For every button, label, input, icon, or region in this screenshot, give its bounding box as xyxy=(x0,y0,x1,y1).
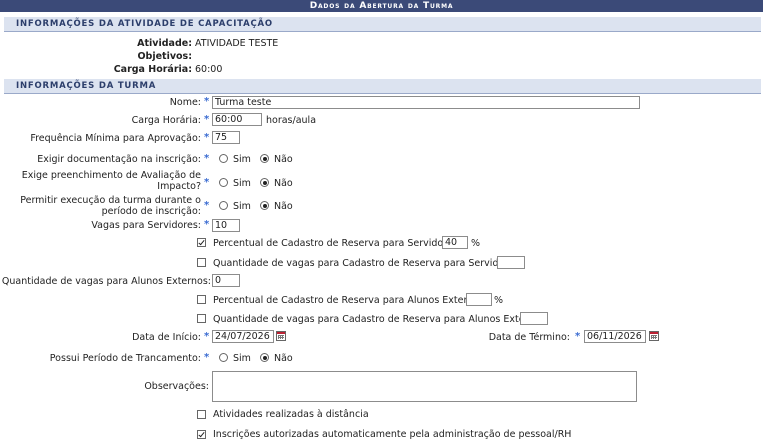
page-title: Dados da Abertura da Turma xyxy=(0,0,763,12)
required-star: * xyxy=(204,200,210,211)
permitir-label-line2: período de inscrição: xyxy=(101,206,201,217)
perc-reserva-ext-unit: % xyxy=(494,295,504,306)
qtd-reserva-ext-label: Quantidade de vagas para Cadastro de Res… xyxy=(213,314,549,325)
section-divider xyxy=(4,93,761,94)
trancamento-sim-label: Sim xyxy=(233,353,251,364)
perc-reserva-serv-unit: % xyxy=(471,238,481,249)
observacoes-textarea[interactable] xyxy=(212,371,637,402)
exigir-doc-nao-label: Não xyxy=(274,154,293,165)
exige-aval-sim-label: Sim xyxy=(233,178,251,189)
trancamento-nao-label: Não xyxy=(274,353,293,364)
required-star: * xyxy=(575,331,581,342)
qtd-reserva-serv-label: Quantidade de vagas para Cadastro de Res… xyxy=(213,258,522,269)
data-inicio-input[interactable] xyxy=(212,330,274,343)
exigir-doc-nao-radio[interactable] xyxy=(260,154,269,163)
required-star: * xyxy=(204,96,210,107)
required-star: * xyxy=(204,153,210,164)
trancamento-label: Possui Período de Trancamento: xyxy=(49,353,201,364)
section-divider xyxy=(4,31,761,32)
atividades-distancia-checkbox[interactable] xyxy=(197,410,206,419)
objetivos-label: Objetivos: xyxy=(137,51,192,62)
required-star: * xyxy=(204,331,210,342)
permitir-label-line1: Permitir execução da turma durante o xyxy=(20,195,201,206)
permitir-nao-label: Não xyxy=(274,201,293,212)
vagas-externos-input[interactable] xyxy=(212,274,240,287)
atividade-label: Atividade: xyxy=(137,38,192,49)
perc-reserva-ext-checkbox[interactable] xyxy=(197,295,206,304)
qtd-reserva-serv-checkbox[interactable] xyxy=(197,258,206,267)
perc-reserva-serv-checkbox[interactable] xyxy=(197,238,206,247)
permitir-sim-label: Sim xyxy=(233,201,251,212)
permitir-nao-radio[interactable] xyxy=(260,201,269,210)
atividades-distancia-label: Atividades realizadas à distância xyxy=(213,409,369,420)
carga-horaria-label: Carga Horária: xyxy=(131,115,201,126)
exigir-doc-sim-radio[interactable] xyxy=(219,154,228,163)
perc-reserva-ext-input[interactable] xyxy=(466,293,492,306)
exige-aval-nao-radio[interactable] xyxy=(260,178,269,187)
exige-aval-label-line1: Exige preenchimento de Avaliação de xyxy=(21,170,201,181)
data-termino-input[interactable] xyxy=(584,330,646,343)
exige-aval-sim-radio[interactable] xyxy=(219,178,228,187)
atividade-value: ATIVIDADE TESTE xyxy=(195,38,279,49)
nome-label: Nome: xyxy=(169,97,201,108)
perc-reserva-serv-label: Percentual de Cadastro de Reserva para S… xyxy=(213,238,461,249)
carga-label: Carga Horária: xyxy=(113,64,192,75)
nome-input[interactable] xyxy=(212,96,640,109)
inscricoes-auto-label: Inscrições autorizadas automaticamente p… xyxy=(213,429,572,440)
carga-value: 60:00 xyxy=(195,64,223,75)
qtd-reserva-ext-checkbox[interactable] xyxy=(197,314,206,323)
inscricoes-auto-checkbox[interactable] xyxy=(197,430,206,439)
calendar-icon[interactable] xyxy=(649,331,659,341)
vagas-servidores-input[interactable] xyxy=(212,219,240,232)
required-star: * xyxy=(204,132,210,143)
permitir-sim-radio[interactable] xyxy=(219,201,228,210)
exigir-doc-label: Exigir documentação na inscrição: xyxy=(37,154,201,165)
required-star: * xyxy=(204,114,210,125)
required-star: * xyxy=(204,352,210,363)
trancamento-nao-radio[interactable] xyxy=(260,353,269,362)
exigir-doc-sim-label: Sim xyxy=(233,154,251,165)
required-star: * xyxy=(204,177,210,188)
section-turma-info: Informações da Turma xyxy=(4,79,761,93)
vagas-servidores-label: Vagas para Servidores: xyxy=(91,220,201,231)
trancamento-sim-radio[interactable] xyxy=(219,353,228,362)
data-termino-label: Data de Término: xyxy=(488,332,570,343)
frequencia-input[interactable] xyxy=(212,131,240,144)
exige-aval-nao-label: Não xyxy=(274,178,293,189)
calendar-icon[interactable] xyxy=(276,331,286,341)
perc-reserva-serv-input[interactable] xyxy=(442,236,468,249)
data-inicio-label: Data de Início: xyxy=(132,332,201,343)
carga-horaria-input[interactable] xyxy=(212,113,262,126)
vagas-externos-label: Quantidade de vagas para Alunos Externos… xyxy=(1,276,211,287)
observacoes-label: Observações: xyxy=(144,381,209,392)
section-activity-info: Informações da Atividade de Capacitação xyxy=(4,17,761,31)
exige-aval-label-line2: Impacto? xyxy=(157,181,201,192)
carga-horaria-unit: horas/aula xyxy=(266,115,317,126)
frequencia-label: Frequência Mínima para Aprovação: xyxy=(30,133,201,144)
required-star: * xyxy=(204,219,210,230)
perc-reserva-ext-label: Percentual de Cadastro de Reserva para A… xyxy=(213,295,488,306)
qtd-reserva-serv-input[interactable] xyxy=(497,256,525,269)
qtd-reserva-ext-input[interactable] xyxy=(520,312,548,325)
